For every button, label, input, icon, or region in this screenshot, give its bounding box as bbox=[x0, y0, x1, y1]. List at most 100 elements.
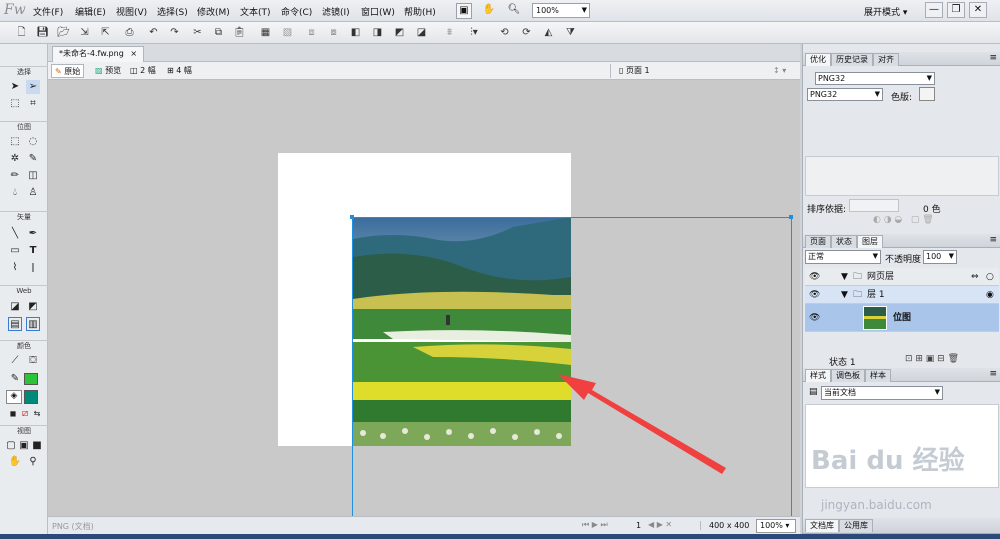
ungroup-icon[interactable]: ▧ bbox=[280, 25, 295, 40]
split-icon[interactable]: ⧇ bbox=[326, 25, 341, 40]
rotate-right-icon[interactable]: ⟳ bbox=[519, 25, 534, 40]
panel-menu-icon[interactable]: ≡ bbox=[989, 235, 997, 245]
tab-palette[interactable]: 调色板 bbox=[831, 369, 865, 382]
tab-preview[interactable]: ▨ 预览 bbox=[92, 64, 124, 78]
layer-row-bitmap[interactable]: 👁︎ 位图 bbox=[805, 304, 999, 332]
pencil-tool-icon[interactable]: ✏ bbox=[8, 169, 22, 183]
cut-icon[interactable]: ✂ bbox=[190, 25, 205, 40]
flip-horizontal-icon[interactable]: ◭ bbox=[541, 25, 556, 40]
blur-tool-icon[interactable]: 💧︎ bbox=[8, 186, 22, 200]
tab-align[interactable]: 对齐 bbox=[873, 53, 899, 66]
export-icon[interactable]: ⇱ bbox=[98, 25, 113, 40]
marquee-tool-icon[interactable]: ⬚ bbox=[8, 135, 22, 149]
menu-help[interactable]: 帮助(H) bbox=[404, 5, 436, 18]
send-backward-icon[interactable]: ◩ bbox=[392, 25, 407, 40]
matte-swatch[interactable] bbox=[919, 87, 935, 101]
workspace-switcher[interactable]: 展开模式 ▾ bbox=[864, 5, 907, 18]
share-icon[interactable]: ⇔ bbox=[971, 268, 979, 286]
document-size[interactable]: 400 x 400 bbox=[700, 521, 749, 530]
restore-button[interactable]: ❐ bbox=[947, 2, 965, 18]
layer-name[interactable]: 网页层 bbox=[867, 268, 894, 286]
bring-forward-icon[interactable]: ◨ bbox=[370, 25, 385, 40]
menu-modify[interactable]: 修改(M) bbox=[197, 5, 230, 18]
paint-bucket-icon[interactable]: ⛋ bbox=[26, 354, 40, 368]
crop-tool-icon[interactable]: ⌗ bbox=[26, 97, 40, 111]
zoom-tool-icon[interactable]: ⚲ bbox=[26, 455, 40, 469]
undo-icon[interactable]: ↶ bbox=[146, 25, 161, 40]
stroke-color-swatch[interactable] bbox=[24, 373, 38, 385]
expand-icon[interactable]: ▼ bbox=[841, 286, 848, 304]
blend-mode-select[interactable]: 正常 ▼ bbox=[805, 250, 881, 264]
subselect-tool-icon[interactable]: ➢ bbox=[26, 80, 40, 94]
bring-front-icon[interactable]: ◧ bbox=[348, 25, 363, 40]
pointer-tool-icon[interactable]: ➤ bbox=[8, 80, 22, 94]
color-table-buttons[interactable]: ◐ ◑ ◒ ▢ 🗑︎ bbox=[873, 215, 934, 225]
layer-target-icon[interactable]: ○ bbox=[986, 268, 994, 286]
panel-menu-icon[interactable]: ≡ bbox=[989, 53, 997, 63]
layer-target-icon[interactable]: ◉ bbox=[986, 286, 994, 304]
hand-icon[interactable]: ✋ bbox=[481, 3, 497, 19]
align-icon[interactable]: ⫶▾ bbox=[464, 25, 484, 40]
opacity-input[interactable]: 100 ▼ bbox=[923, 250, 957, 264]
tab-states[interactable]: 状态 bbox=[831, 235, 857, 248]
tab-document-library[interactable]: 文档库 bbox=[805, 519, 839, 532]
expand-icon[interactable]: ▼ bbox=[841, 268, 848, 286]
page-nav-buttons[interactable]: ↕ ▾ bbox=[770, 64, 789, 78]
save-icon[interactable]: 💾︎ bbox=[35, 25, 50, 40]
show-slices-icon[interactable]: ▥ bbox=[26, 317, 40, 331]
eye-icon[interactable]: 👁︎ bbox=[809, 304, 820, 332]
export-preset-select[interactable]: PNG32 ▼ bbox=[815, 72, 935, 85]
tab-swatches[interactable]: 样本 bbox=[865, 369, 891, 382]
frame-nav-buttons[interactable]: ⏮ ▶ ⏭ bbox=[582, 520, 608, 530]
selection-handle[interactable] bbox=[789, 215, 793, 219]
open-icon[interactable]: 📂︎ bbox=[56, 25, 71, 40]
scale-tool-icon[interactable]: ⬚ bbox=[8, 97, 22, 111]
join-icon[interactable]: ⧈ bbox=[304, 25, 319, 40]
full-screen-icon[interactable]: ■ bbox=[30, 439, 44, 453]
eyedropper-tool-icon[interactable]: ⟋ bbox=[8, 354, 22, 368]
hotspot-tool-icon[interactable]: ◪ bbox=[8, 300, 22, 314]
send-back-icon[interactable]: ◪ bbox=[414, 25, 429, 40]
page-selector[interactable]: ▯ 页面 1 bbox=[610, 64, 653, 78]
tab-2up[interactable]: ◫ 2 幅 bbox=[127, 64, 159, 78]
full-screen-menu-icon[interactable]: ▣ bbox=[17, 439, 31, 453]
status-zoom-select[interactable]: 100% ▾ bbox=[756, 519, 796, 533]
tab-layers[interactable]: 图层 bbox=[857, 235, 883, 248]
print-icon[interactable]: ⎙ bbox=[122, 25, 137, 40]
magic-wand-icon[interactable]: ✲ bbox=[8, 152, 22, 166]
menu-commands[interactable]: 命令(C) bbox=[281, 5, 312, 18]
eye-icon[interactable]: 👁︎ bbox=[809, 268, 820, 286]
stamp-tool-icon[interactable]: ♙ bbox=[26, 186, 40, 200]
layer-name[interactable]: 层 1 bbox=[867, 286, 885, 304]
eye-icon[interactable]: 👁︎ bbox=[809, 286, 820, 304]
menu-file[interactable]: 文件(F) bbox=[33, 5, 63, 18]
tab-original[interactable]: ✎ 原始 bbox=[51, 64, 85, 78]
close-window-button[interactable]: ✕ bbox=[969, 2, 987, 18]
canvas-area[interactable] bbox=[48, 80, 800, 516]
layer-row-layer1[interactable]: 👁︎ ▼ 🗀 层 1 ◉ bbox=[805, 286, 999, 304]
slice-tool-icon[interactable]: ◩ bbox=[26, 300, 40, 314]
eraser-tool-icon[interactable]: ◫ bbox=[26, 169, 40, 183]
menu-filters[interactable]: 滤镜(I) bbox=[322, 5, 350, 18]
tab-pages[interactable]: 页面 bbox=[805, 235, 831, 248]
tab-history[interactable]: 历史记录 bbox=[831, 53, 873, 66]
screen-mode-icon[interactable]: ▣ bbox=[456, 3, 472, 19]
selection-handle[interactable] bbox=[350, 215, 354, 219]
tab-optimize[interactable]: 优化 bbox=[805, 53, 831, 66]
new-file-icon[interactable]: 🗋 bbox=[14, 25, 29, 40]
format-select[interactable]: PNG32 ▼ bbox=[807, 88, 883, 101]
tab-styles[interactable]: 样式 bbox=[805, 369, 831, 382]
fill-color-swatch[interactable] bbox=[24, 390, 38, 404]
hide-slices-icon[interactable]: ▤ bbox=[8, 317, 22, 331]
knife-tool-icon[interactable]: ǀ bbox=[26, 261, 40, 275]
menu-text[interactable]: 文本(T) bbox=[240, 5, 271, 18]
menu-view[interactable]: 视图(V) bbox=[116, 5, 147, 18]
import-icon[interactable]: ⇲ bbox=[77, 25, 92, 40]
close-tab-icon[interactable]: × bbox=[130, 49, 137, 58]
swap-colors-icon[interactable]: ⇆ bbox=[30, 407, 44, 421]
line-tool-icon[interactable]: ╲ bbox=[8, 227, 22, 241]
tab-4up[interactable]: ⊞ 4 幅 bbox=[164, 64, 195, 78]
group-icon[interactable]: ▦ bbox=[258, 25, 273, 40]
menu-edit[interactable]: 编辑(E) bbox=[75, 5, 106, 18]
text-tool-icon[interactable]: T bbox=[26, 244, 40, 258]
